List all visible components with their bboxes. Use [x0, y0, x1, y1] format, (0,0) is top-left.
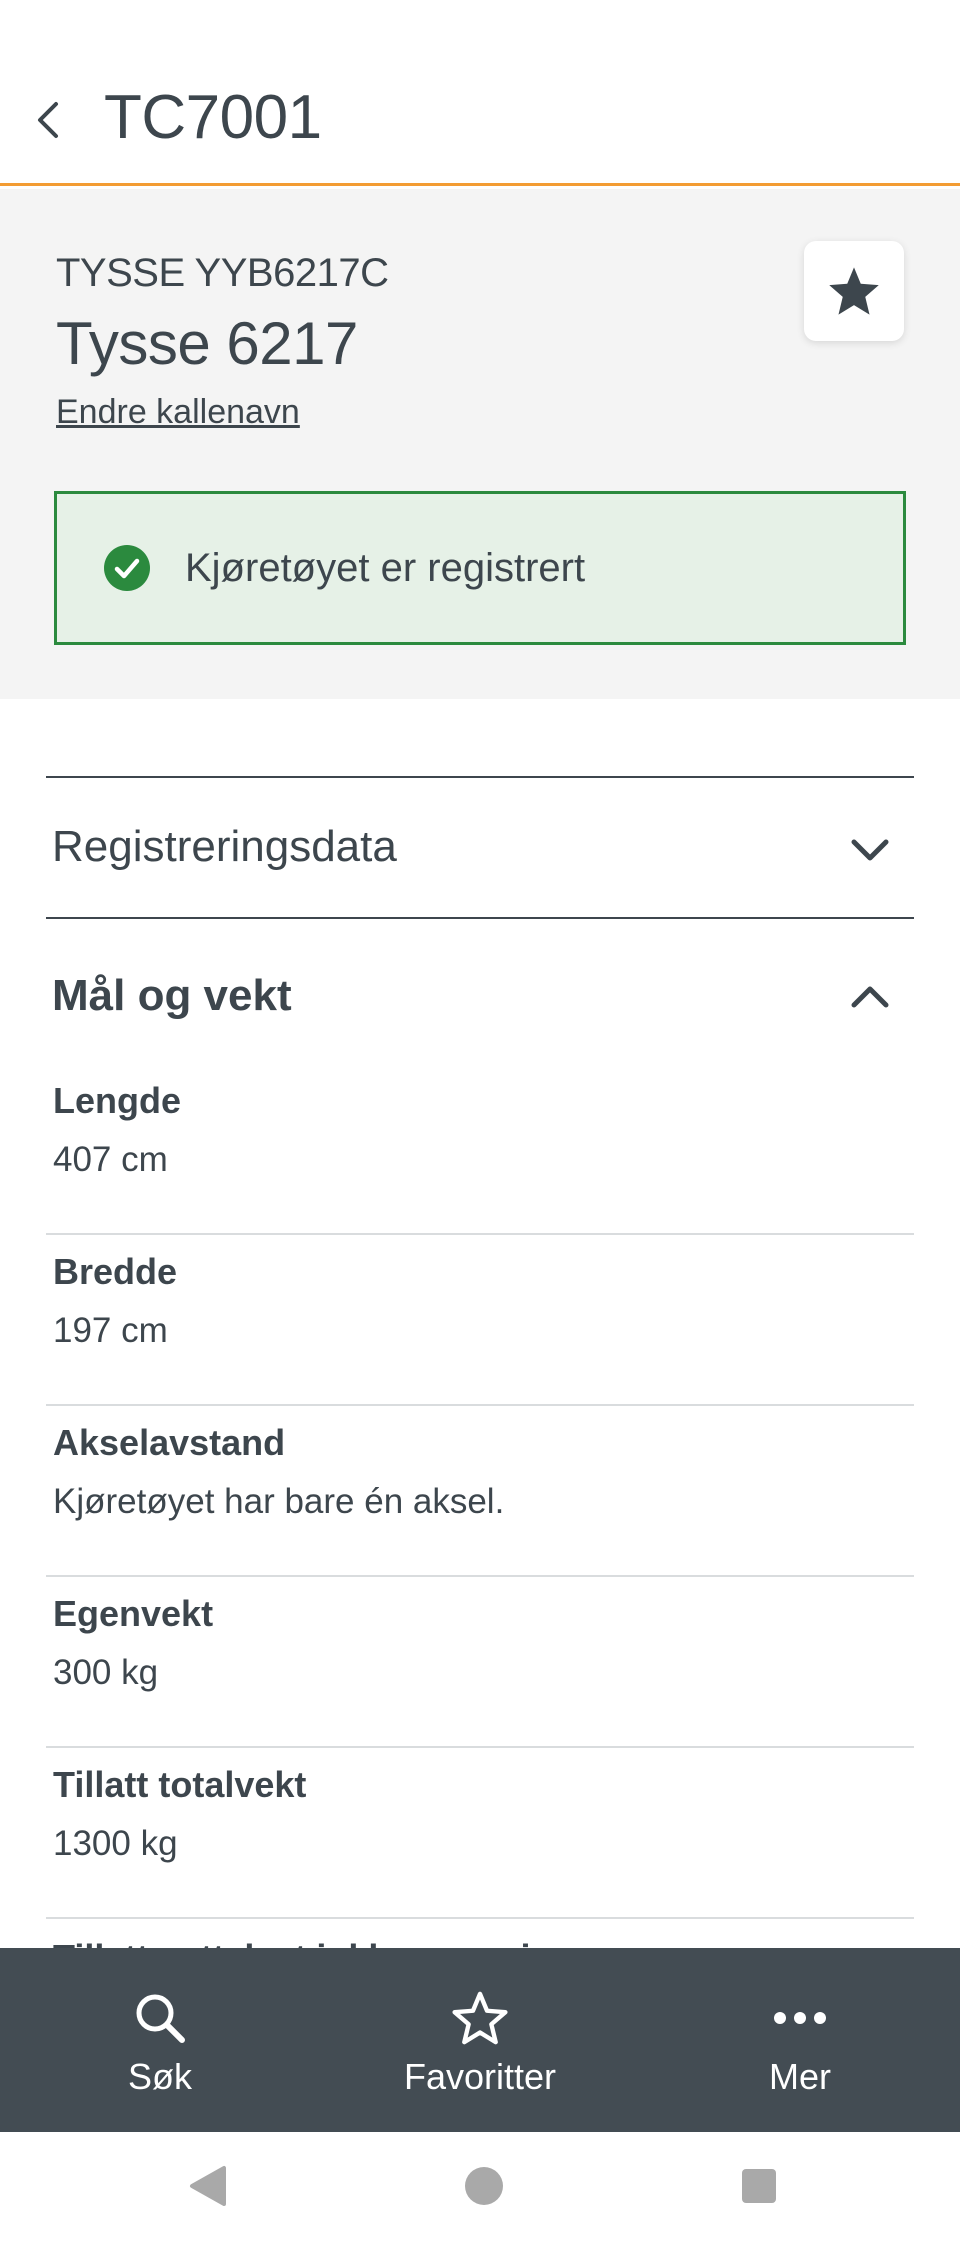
- system-navigation-bar: [0, 2132, 960, 2242]
- tab-favorites[interactable]: Favoritter: [320, 1948, 640, 2132]
- star-outline-icon: [450, 1988, 510, 2048]
- list-item: Egenvekt 300 kg: [46, 1577, 914, 1748]
- property-value: 1300 kg: [53, 1824, 178, 1863]
- favorite-button[interactable]: [804, 241, 904, 341]
- system-recents-button[interactable]: [729, 2156, 789, 2216]
- system-back-button[interactable]: [178, 2156, 238, 2216]
- list-item: Tillatt totalvekt 1300 kg: [46, 1748, 914, 1919]
- page-title: TC7001: [104, 83, 322, 152]
- accordion-registration[interactable]: Registreringsdata: [46, 776, 914, 919]
- system-home-button[interactable]: [454, 2156, 514, 2216]
- property-label: Bredde: [53, 1251, 178, 1292]
- bottom-tab-bar: Søk Favoritter Mer: [0, 1948, 960, 2132]
- property-label: Egenvekt: [53, 1593, 214, 1634]
- star-filled-icon: [829, 267, 879, 315]
- accordion-dimensions[interactable]: Mål og vekt: [46, 919, 914, 1049]
- check-circle-icon: [103, 544, 151, 592]
- property-value: 197 cm: [53, 1311, 168, 1350]
- vehicle-header: TYSSE YYB6217C Tysse 6217 Endre kallenav…: [0, 189, 960, 699]
- list-item: Akselavstand Kjøretøyet har bare én akse…: [46, 1406, 914, 1577]
- home-circle-icon: [465, 2167, 503, 2205]
- property-list: Lengde 407 cm Bredde 197 cm Akselavstand…: [46, 1064, 914, 1979]
- accordion-registration-label: Registreringsdata: [52, 822, 397, 871]
- property-label: Tillatt totalvekt: [53, 1764, 307, 1805]
- property-label: Lengde: [53, 1080, 182, 1121]
- tab-more[interactable]: Mer: [640, 1948, 960, 2132]
- accordion-dimensions-label: Mål og vekt: [52, 971, 292, 1020]
- vehicle-id: TYSSE YYB6217C: [56, 251, 389, 295]
- chevron-up-icon: [846, 973, 894, 1021]
- recents-square-icon: [742, 2169, 776, 2203]
- property-value: 407 cm: [53, 1140, 168, 1179]
- tab-search[interactable]: Søk: [0, 1948, 320, 2132]
- property-value: 300 kg: [53, 1653, 159, 1692]
- vehicle-name: Tysse 6217: [56, 310, 358, 377]
- tab-more-label: Mer: [769, 2056, 831, 2097]
- rename-link[interactable]: Endre kallenavn: [56, 393, 300, 432]
- tab-search-label: Søk: [127, 2056, 192, 2097]
- list-item: Bredde 197 cm: [46, 1235, 914, 1406]
- property-label: Akselavstand: [53, 1422, 286, 1463]
- property-value: Kjøretøyet har bare én aksel.: [53, 1482, 505, 1521]
- back-button[interactable]: [26, 90, 70, 150]
- tab-favorites-label: Favoritter: [403, 2056, 557, 2097]
- top-app-bar: TC7001: [0, 0, 960, 186]
- chevron-left-icon: [38, 102, 58, 138]
- chevron-down-icon: [846, 826, 894, 874]
- more-dots-icon: [770, 1988, 830, 2048]
- search-icon: [130, 1988, 190, 2048]
- registration-status-banner: Kjøretøyet er registrert: [54, 491, 906, 645]
- back-triangle-icon: [190, 2166, 226, 2206]
- list-item: Lengde 407 cm: [46, 1064, 914, 1235]
- status-text: Kjøretøyet er registrert: [185, 545, 586, 590]
